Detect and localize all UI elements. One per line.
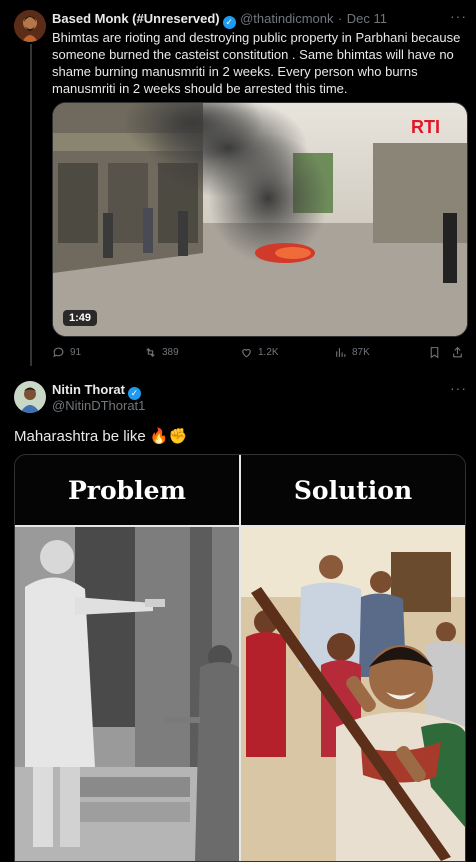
tweet2-header: Nitin Thorat ✓ <box>52 381 432 400</box>
video-thumbnail: RTI <box>53 103 467 336</box>
bookmark-icon <box>430 347 439 359</box>
tweet2-author[interactable]: Nitin Thorat <box>52 382 125 397</box>
avatar-based-monk[interactable] <box>14 10 46 42</box>
tweet1-handle[interactable]: @thatindicmonk <box>240 11 333 26</box>
share-icon <box>453 346 462 358</box>
tweet1-separator: · <box>337 11 343 26</box>
reply-button[interactable]: 91 <box>52 346 81 359</box>
views-count: 87K <box>352 347 370 358</box>
tweet2-meme-image[interactable]: Problem Solution <box>14 454 466 862</box>
verified-badge-icon: ✓ <box>222 16 236 29</box>
reply-count: 91 <box>70 347 82 358</box>
meme-right-heading: Solution <box>241 455 465 525</box>
more-icon[interactable]: ··· <box>450 380 467 396</box>
repost-icon <box>146 347 155 358</box>
tweet1-video[interactable]: RTI 1:49 <box>52 102 468 337</box>
tweet1-text: Bhimtas are rioting and destroying publi… <box>52 30 461 96</box>
meme-right-photo <box>241 527 465 861</box>
avatar-nitin-thorat[interactable] <box>14 381 46 413</box>
tweet1-date[interactable]: Dec 11 <box>347 11 387 26</box>
like-icon <box>242 349 251 358</box>
video-watermark: RTI <box>411 117 440 137</box>
reply-icon <box>53 347 64 358</box>
repost-count: 389 <box>162 347 179 358</box>
like-button[interactable]: 1.2K <box>240 346 279 359</box>
bookmark-button[interactable] <box>428 346 441 359</box>
views-icon <box>336 348 346 357</box>
tweet1-actions: 91 389 1.2K 87K <box>52 346 466 362</box>
meme-left-photo <box>15 527 239 861</box>
views-button[interactable]: 87K <box>334 346 370 359</box>
tweet2-text-row: Maharashtra be like 🔥✊ <box>14 427 187 445</box>
video-duration: 1:49 <box>63 310 98 326</box>
repost-button[interactable]: 389 <box>144 346 179 359</box>
thread-line <box>30 44 32 366</box>
tweet2-emoji: 🔥✊ <box>149 428 188 445</box>
more-icon[interactable]: ··· <box>450 8 467 24</box>
tweet2-handle[interactable]: @NitinDThorat1 <box>52 398 145 413</box>
share-button[interactable] <box>451 346 464 359</box>
tweet1-header: Based Monk (#Unreserved) ✓ @thatindicmonk… <box>52 10 452 29</box>
like-count: 1.2K <box>258 347 279 358</box>
tweet1-author[interactable]: Based Monk (#Unreserved) <box>52 11 220 26</box>
meme-left-heading: Problem <box>15 455 239 525</box>
tweet2-text: Maharashtra be like <box>14 428 146 445</box>
